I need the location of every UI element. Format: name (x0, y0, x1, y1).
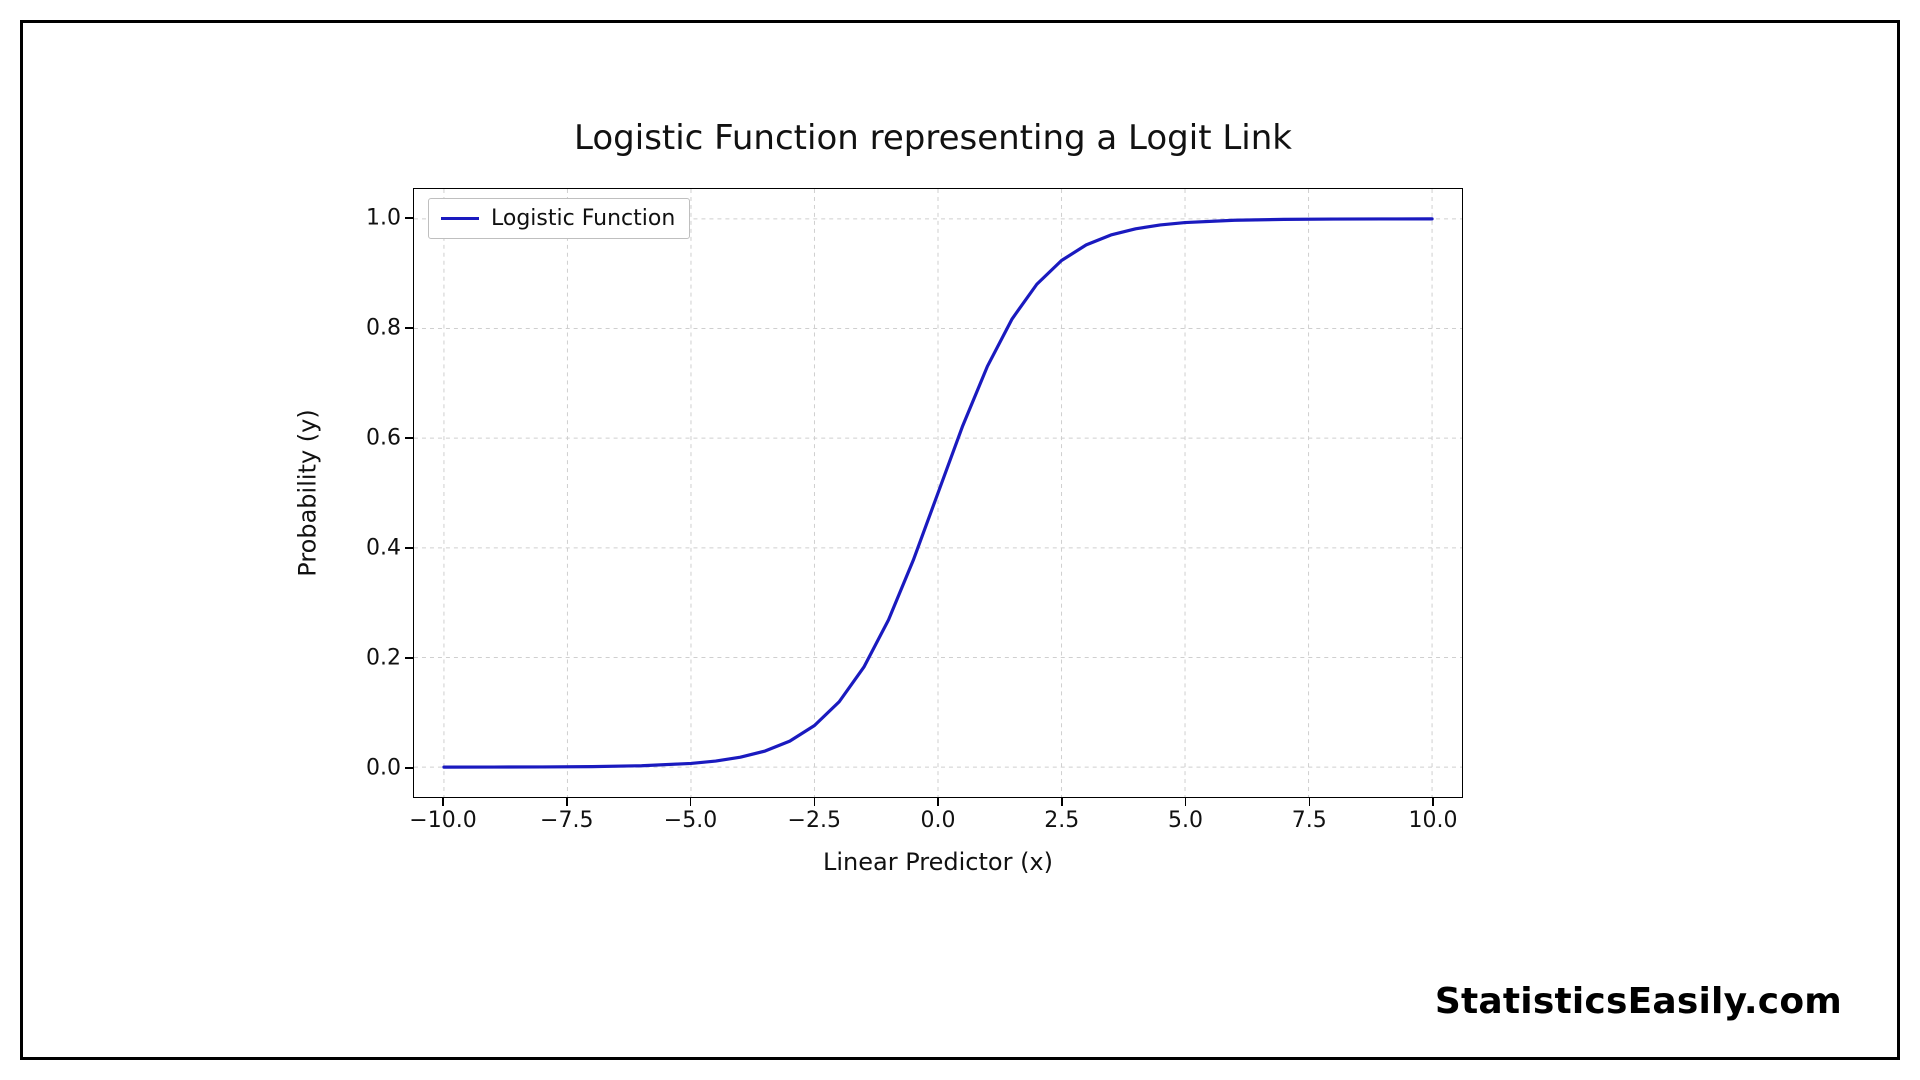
y-tick-mark (405, 437, 413, 439)
x-tick-mark (566, 798, 568, 806)
y-tick-mark (405, 547, 413, 549)
legend: Logistic Function (428, 198, 690, 239)
x-tick-label: −2.5 (788, 808, 841, 833)
y-tick-label: 0.4 (341, 536, 401, 561)
x-tick-mark (1432, 798, 1434, 806)
x-tick-label: 5.0 (1168, 808, 1203, 833)
plot-area (413, 188, 1463, 798)
y-tick-label: 0.8 (341, 316, 401, 341)
x-tick-label: 2.5 (1044, 808, 1079, 833)
x-tick-label: 10.0 (1409, 808, 1458, 833)
x-axis-label: Linear Predictor (x) (413, 848, 1463, 876)
x-tick-mark (814, 798, 816, 806)
y-tick-mark (405, 327, 413, 329)
x-tick-label: −10.0 (409, 808, 476, 833)
legend-label: Logistic Function (491, 206, 675, 231)
y-tick-mark (405, 217, 413, 219)
y-tick-mark (405, 767, 413, 769)
y-tick-label: 1.0 (341, 206, 401, 231)
x-tick-mark (1185, 798, 1187, 806)
plot-svg (414, 189, 1462, 797)
x-tick-mark (937, 798, 939, 806)
x-tick-label: 0.0 (921, 808, 956, 833)
image-frame: Logistic Function representing a Logit L… (20, 20, 1900, 1060)
y-tick-label: 0.2 (341, 646, 401, 671)
x-tick-label: 7.5 (1292, 808, 1327, 833)
y-tick-label: 0.0 (341, 756, 401, 781)
x-tick-mark (690, 798, 692, 806)
chart-stage: Logistic Function representing a Logit L… (283, 118, 1583, 918)
y-tick-mark (405, 657, 413, 659)
legend-swatch (441, 217, 479, 220)
x-tick-mark (1309, 798, 1311, 806)
y-axis-label-text: Probability (y) (294, 409, 322, 576)
x-tick-mark (442, 798, 444, 806)
y-axis-label: Probability (y) (293, 188, 323, 798)
x-tick-mark (1061, 798, 1063, 806)
watermark-text: StatisticsEasily.com (1435, 981, 1842, 1022)
x-tick-label: −7.5 (540, 808, 593, 833)
y-tick-label: 0.6 (341, 426, 401, 451)
chart-title: Logistic Function representing a Logit L… (283, 118, 1583, 158)
x-tick-label: −5.0 (664, 808, 717, 833)
